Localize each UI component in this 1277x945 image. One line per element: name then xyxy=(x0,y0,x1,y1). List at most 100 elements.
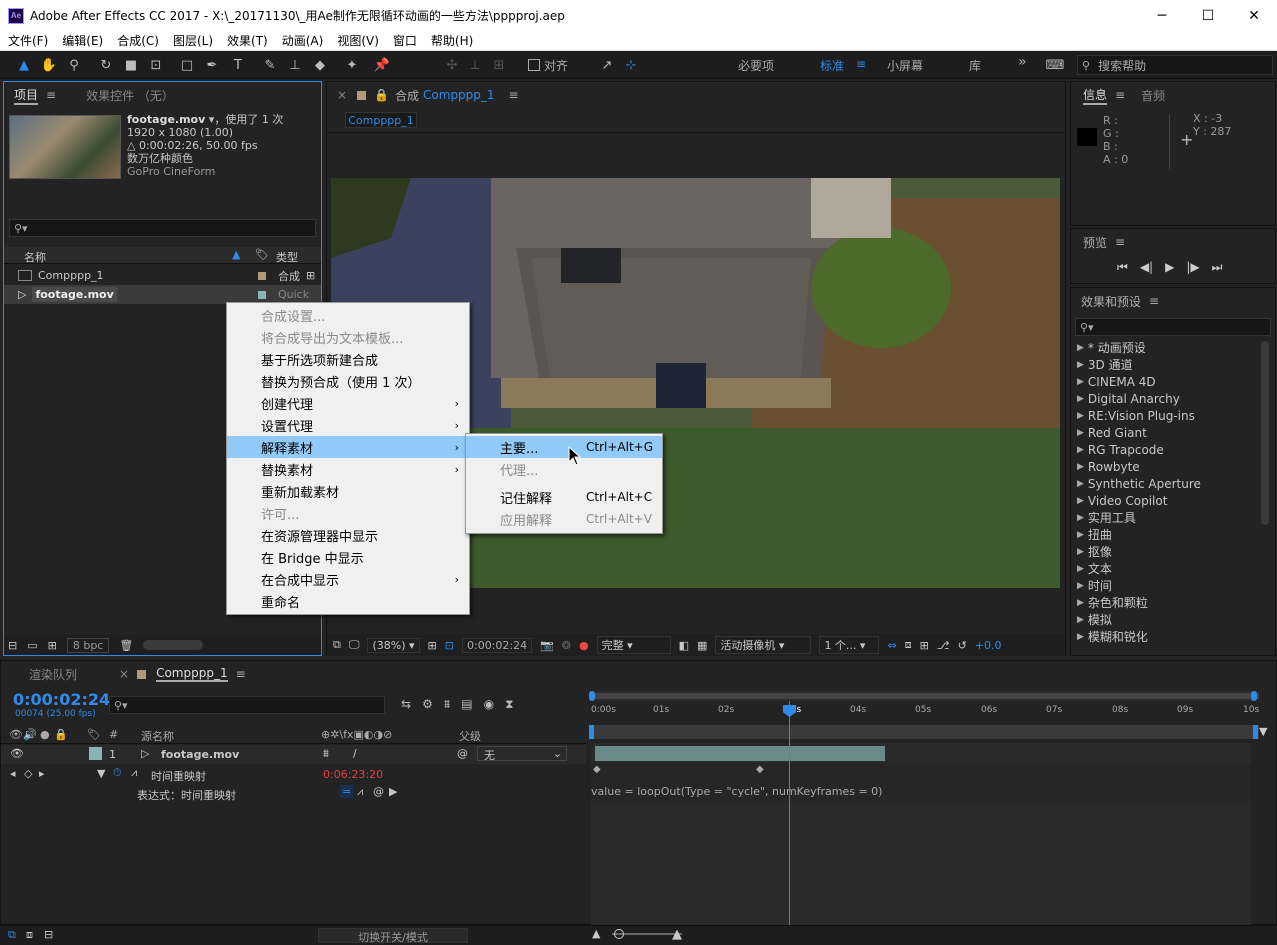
submenu-item-proxy[interactable]: 代理... xyxy=(466,458,662,480)
submenu-item-main[interactable]: 主要... Ctrl+Alt+G xyxy=(466,436,662,458)
motion-blur-icon[interactable]: ◉ xyxy=(484,697,494,712)
work-area-start[interactable] xyxy=(589,691,595,701)
draft-3d-icon[interactable]: ⚙ xyxy=(422,697,433,712)
search-help-box[interactable]: ⚲ 搜索帮助 xyxy=(1077,55,1273,75)
expression-pickwhip-icon[interactable]: @ xyxy=(373,785,384,798)
graph-icon[interactable]: ⩘ xyxy=(131,766,137,780)
reset-exposure-icon[interactable]: ↺ xyxy=(958,639,967,652)
effects-search-input[interactable]: ⚲▾ xyxy=(1075,318,1271,336)
label-column-icon[interactable]: 🏷 xyxy=(87,728,101,741)
transfer-controls-icon[interactable]: ⧈ xyxy=(26,928,33,942)
menu-item-license[interactable]: 许可... xyxy=(227,502,469,524)
column-source-name[interactable]: 源名称 xyxy=(141,728,174,744)
submenu-item-apply[interactable]: 应用解释 Ctrl+Alt+V xyxy=(466,508,662,530)
effects-category[interactable]: ▶ Synthetic Aperture xyxy=(1071,475,1257,492)
next-keyframe-icon[interactable]: ▸ xyxy=(39,767,45,780)
menu-item-new-comp-from-selection[interactable]: 基于所选项新建合成 xyxy=(227,348,469,370)
effects-category[interactable]: ▶ Video Copilot xyxy=(1071,492,1257,509)
channels-icon[interactable]: ● xyxy=(579,639,589,652)
menu-item-reveal-in-explorer[interactable]: 在资源管理器中显示 xyxy=(227,524,469,546)
sync-settings-icon[interactable]: ⌨ xyxy=(1046,56,1065,74)
monitor-icon[interactable]: 🖵 xyxy=(349,638,360,652)
effects-category[interactable]: ▶ 模拟 xyxy=(1071,611,1257,628)
snap-feature-icon[interactable]: ⊹ xyxy=(622,56,640,74)
effects-category[interactable]: ▶ Digital Anarchy xyxy=(1071,390,1257,407)
trash-icon[interactable]: 🗑 xyxy=(119,639,133,652)
menu-help[interactable]: 帮助(H) xyxy=(424,32,480,49)
pen-tool-icon[interactable]: ✒ xyxy=(203,56,221,74)
solo-switch-icon[interactable]: ● xyxy=(40,728,50,741)
effects-category[interactable]: ▶ RE:Vision Plug-ins xyxy=(1071,407,1257,424)
show-snapshot-icon[interactable]: ❂ xyxy=(562,639,571,652)
menu-file[interactable]: 文件(F) xyxy=(0,32,55,49)
pan-behind-tool-icon[interactable]: ⊡ xyxy=(147,56,165,74)
effects-category[interactable]: ▶ 模糊和锐化 xyxy=(1071,628,1257,645)
submenu-item-remember[interactable]: 记住解释 Ctrl+Alt+C xyxy=(466,486,662,508)
hand-tool-icon[interactable]: ✋ xyxy=(40,56,58,74)
effects-category[interactable]: ▶ 实用工具 xyxy=(1071,509,1257,526)
fast-preview-icon[interactable]: ◧ xyxy=(679,639,689,652)
maximize-button[interactable]: ☐ xyxy=(1185,0,1231,31)
effects-category[interactable]: ▶ Rowbyte xyxy=(1071,458,1257,475)
sort-ascending-icon[interactable]: ▲ xyxy=(232,248,240,261)
rotate-tool-icon[interactable]: ↻ xyxy=(97,56,115,74)
frame-blending-icon[interactable]: ▤ xyxy=(461,697,472,712)
work-area-bar[interactable] xyxy=(589,691,1259,701)
prev-keyframe-icon[interactable]: ◂ xyxy=(10,767,16,780)
layer-row[interactable]: 👁 1 ▷ footage.mov ⩩ / @ 无 ⌄ xyxy=(1,745,586,764)
menu-view[interactable]: 视图(V) xyxy=(330,32,386,49)
resolution-dropdown[interactable]: 完整 ▾ xyxy=(596,636,671,654)
zoom-tool-icon[interactable]: ⚲ xyxy=(65,56,83,74)
zoom-dropdown[interactable]: (38%) ▾ xyxy=(367,637,420,653)
camera-tool-icon[interactable]: ■ xyxy=(122,56,140,74)
views-dropdown[interactable]: 1 个... ▾ xyxy=(819,636,880,654)
layer-name[interactable]: footage.mov xyxy=(161,748,239,761)
timeline-zoom-icon[interactable]: ▼ xyxy=(1259,725,1273,739)
close-tab-icon[interactable]: × xyxy=(119,667,129,681)
lock-icon[interactable]: 🔒 xyxy=(374,88,389,102)
transparency-grid-icon[interactable]: ▦ xyxy=(697,639,707,652)
panel-menu-icon[interactable]: ≡ xyxy=(1149,294,1159,308)
interpret-footage-icon[interactable]: ⊟ xyxy=(8,639,17,652)
in-out-icon[interactable]: ⊟ xyxy=(44,928,53,941)
range-start-handle[interactable] xyxy=(589,725,594,739)
close-button[interactable]: ✕ xyxy=(1231,0,1277,31)
menu-item-create-proxy[interactable]: 创建代理 › xyxy=(227,392,469,414)
add-keyframe-icon[interactable]: ◇ xyxy=(24,767,32,780)
axis-view-icon[interactable]: ⊞ xyxy=(490,56,508,74)
menu-item-set-proxy[interactable]: 设置代理 › xyxy=(227,414,469,436)
eraser-tool-icon[interactable]: ◆ xyxy=(311,56,329,74)
tab-audio[interactable]: 音频 xyxy=(1141,87,1165,104)
type-tool-icon[interactable]: T xyxy=(229,56,247,74)
panel-menu-icon[interactable]: ≡ xyxy=(236,667,246,681)
clone-stamp-tool-icon[interactable]: ⊥ xyxy=(286,56,304,74)
always-preview-icon[interactable]: ⧉ xyxy=(333,638,341,652)
prev-frame-icon[interactable]: ◀| xyxy=(1140,260,1153,275)
menu-item-reveal-in-comp[interactable]: 在合成中显示 › xyxy=(227,568,469,590)
shy-icon[interactable]: ⩩ xyxy=(444,697,450,712)
minimize-button[interactable]: ─ xyxy=(1139,0,1185,31)
bit-depth-button[interactable]: 8 bpc xyxy=(66,637,110,653)
roto-brush-tool-icon[interactable]: ✦ xyxy=(343,56,361,74)
close-tab-icon[interactable]: × xyxy=(337,88,347,102)
panel-menu-icon[interactable]: ≡ xyxy=(1115,88,1125,102)
column-parent[interactable]: 父级 xyxy=(459,728,481,744)
timeline-icon[interactable]: ⧈ xyxy=(905,638,912,652)
last-frame-icon[interactable]: ⏭ xyxy=(1212,260,1223,275)
camera-dropdown[interactable]: 活动摄像机 ▾ xyxy=(715,636,812,654)
label-color-swatch[interactable] xyxy=(89,747,102,760)
effects-category[interactable]: ▶ CINEMA 4D xyxy=(1071,373,1257,390)
parent-dropdown[interactable]: 无 ⌄ xyxy=(477,746,567,762)
menu-item-replace-with-precomp[interactable]: 替换为预合成（使用 1 次） xyxy=(227,370,469,392)
rectangle-tool-icon[interactable]: □ xyxy=(178,56,196,74)
workspace-overflow-icon[interactable]: » xyxy=(1018,54,1027,70)
menu-item-comp-settings[interactable]: 合成设置... xyxy=(227,304,469,326)
layer-duration-bar[interactable] xyxy=(595,746,885,761)
keyframe-icon[interactable]: ◆ xyxy=(756,764,764,775)
snapshot-camera-icon[interactable]: 📷 xyxy=(540,639,554,652)
play-icon[interactable]: ▶ xyxy=(1165,260,1174,275)
next-frame-icon[interactable]: |▶ xyxy=(1186,260,1199,275)
menu-item-export-template[interactable]: 将合成导出为文本模板... xyxy=(227,326,469,348)
flowchart-icon[interactable]: ⊞ xyxy=(306,269,315,282)
pixel-aspect-icon[interactable]: ⇔ xyxy=(887,639,896,652)
